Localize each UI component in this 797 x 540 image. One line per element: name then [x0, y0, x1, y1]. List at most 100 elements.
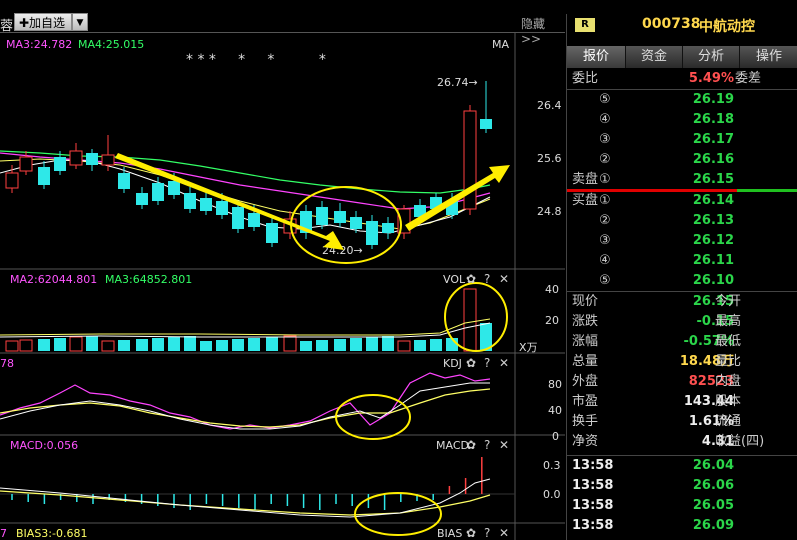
ma3-label: MA3:24.782	[6, 38, 72, 51]
stat-label: 涨幅	[572, 334, 599, 349]
stat-row: 外盘 82523 内盘	[567, 372, 797, 392]
vol-tick-label: 40	[545, 283, 559, 296]
vol-unit-label: X万	[519, 341, 538, 354]
macd-tick-label: 0.3	[543, 459, 561, 472]
badge-r: R	[575, 18, 595, 32]
buy-level-5[interactable]: ⑤ 26.10	[567, 271, 797, 291]
candle-body	[366, 221, 378, 245]
gear-icon[interactable]: ✿	[466, 526, 476, 540]
close-icon[interactable]: ✕	[499, 526, 509, 540]
candle-body	[152, 183, 164, 201]
level-index: ④	[599, 112, 611, 127]
weibi-row: 委比 5.49% 委差	[567, 69, 797, 89]
buy-price: 26.13	[692, 213, 734, 228]
help-icon[interactable]: ?	[484, 526, 490, 540]
bias-first-label: 7	[0, 527, 7, 540]
gear-icon[interactable]: ✿	[466, 438, 476, 452]
candle-body	[232, 207, 244, 229]
kdj-tick-label: 40	[548, 404, 562, 417]
sell-level-1[interactable]: 卖盘 ① 26.15	[567, 170, 797, 190]
help-icon[interactable]: ?	[484, 356, 490, 370]
sell-label: 卖盘	[572, 172, 599, 187]
tick-time: 13:58	[572, 478, 614, 493]
sell-level-2[interactable]: ② 26.16	[567, 150, 797, 170]
candle-body	[334, 211, 346, 223]
buy-level-4[interactable]: ④ 26.11	[567, 251, 797, 271]
level-index: ②	[599, 213, 611, 228]
sell-level-5[interactable]: ⑤ 26.19	[567, 90, 797, 110]
volume-bar	[216, 340, 228, 351]
kdj-circle-annotation	[335, 394, 411, 440]
kdj-value-label: 78	[0, 357, 14, 370]
level-index: ⑤	[599, 273, 611, 288]
candle-body	[118, 173, 130, 189]
watchlist-dropdown-button[interactable]: ▼	[72, 13, 88, 31]
stat-row: 涨幅 -0.57% 最低	[567, 332, 797, 352]
candle-body	[69, 150, 83, 166]
candle-body	[382, 223, 394, 233]
close-icon[interactable]: ✕	[499, 272, 509, 286]
tab-quote[interactable]: 报价	[567, 46, 626, 68]
help-icon[interactable]: ?	[484, 272, 490, 286]
volume-bar	[101, 340, 115, 352]
ma4-label: MA4:25.015	[78, 38, 144, 51]
tick-row: 13:58 26.06	[567, 476, 797, 496]
stat-label: 换手	[572, 414, 599, 429]
bias-controls: ✿ ? ✕	[466, 526, 509, 540]
buy-level-3[interactable]: ③ 26.12	[567, 231, 797, 251]
level-index: ⑤	[599, 92, 611, 107]
tab-funds[interactable]: 资金	[626, 46, 683, 68]
vol-ma3-label: MA3:64852.801	[105, 273, 192, 286]
high-price-label: 26.74→	[437, 76, 478, 89]
tick-price: 26.05	[692, 498, 734, 513]
bias-value-label: BIAS3:-0.681	[16, 527, 87, 540]
buy-price: 26.12	[692, 233, 734, 248]
gear-icon[interactable]: ✿	[466, 272, 476, 286]
candle-body	[316, 207, 328, 225]
tick-time: 13:58	[572, 458, 614, 473]
volume-bar	[86, 336, 98, 351]
buy-level-1[interactable]: 买盘 ① 26.14	[567, 191, 797, 211]
vol-ma-line	[0, 318, 491, 336]
quote-tabs: 报价 资金 分析 操作	[567, 46, 797, 68]
volume-bar	[232, 339, 244, 351]
tick-row: 13:58 26.04	[567, 456, 797, 476]
sell-level-4[interactable]: ④ 26.18	[567, 110, 797, 130]
sell-level-3[interactable]: ③ 26.17	[567, 130, 797, 150]
level-index: ①	[599, 172, 611, 187]
macd-value-label: MACD:0.056	[10, 439, 78, 452]
buy-price: 26.11	[692, 253, 734, 268]
stat-row: 市盈 143.44 股本	[567, 392, 797, 412]
volume-bar	[350, 338, 362, 351]
volume-bar	[54, 338, 66, 351]
signal-stars: * * * * * *	[186, 52, 326, 68]
close-icon[interactable]: ✕	[499, 438, 509, 452]
stat-label: 净资	[572, 434, 599, 449]
stat-row: 换手 1.61% 流通	[567, 412, 797, 432]
kdj-j-line	[0, 372, 491, 430]
weicha-label: 委差	[735, 71, 762, 86]
help-icon[interactable]: ?	[484, 438, 490, 452]
macd-controls: ✿ ? ✕	[466, 438, 509, 452]
kline-chart[interactable]: MA3:24.782 MA4:25.015 MA * * * * * * 26.…	[0, 33, 565, 540]
tab-analysis[interactable]: 分析	[683, 46, 740, 68]
tab-operate[interactable]: 操作	[740, 46, 797, 68]
buy-level-2[interactable]: ② 26.13	[567, 211, 797, 231]
buy-price: 26.10	[692, 273, 734, 288]
vol-controls: ✿ ? ✕	[466, 272, 509, 286]
volume-bar	[414, 340, 426, 351]
stat-label2: 最低	[715, 334, 742, 349]
gear-icon[interactable]: ✿	[466, 356, 476, 370]
volume-bar	[266, 337, 278, 351]
add-watchlist-button[interactable]: ✚加自选	[14, 13, 72, 31]
volume-bar	[300, 341, 312, 351]
tick-price: 26.09	[692, 518, 734, 533]
stock-name: 中航动控	[699, 19, 755, 35]
volume-bar	[463, 288, 477, 352]
candle-body	[480, 119, 492, 129]
close-icon[interactable]: ✕	[499, 356, 509, 370]
candle-body	[184, 193, 196, 209]
candle-body	[350, 217, 362, 229]
volume-bar	[38, 339, 50, 351]
stock-code: 000738	[642, 16, 701, 32]
